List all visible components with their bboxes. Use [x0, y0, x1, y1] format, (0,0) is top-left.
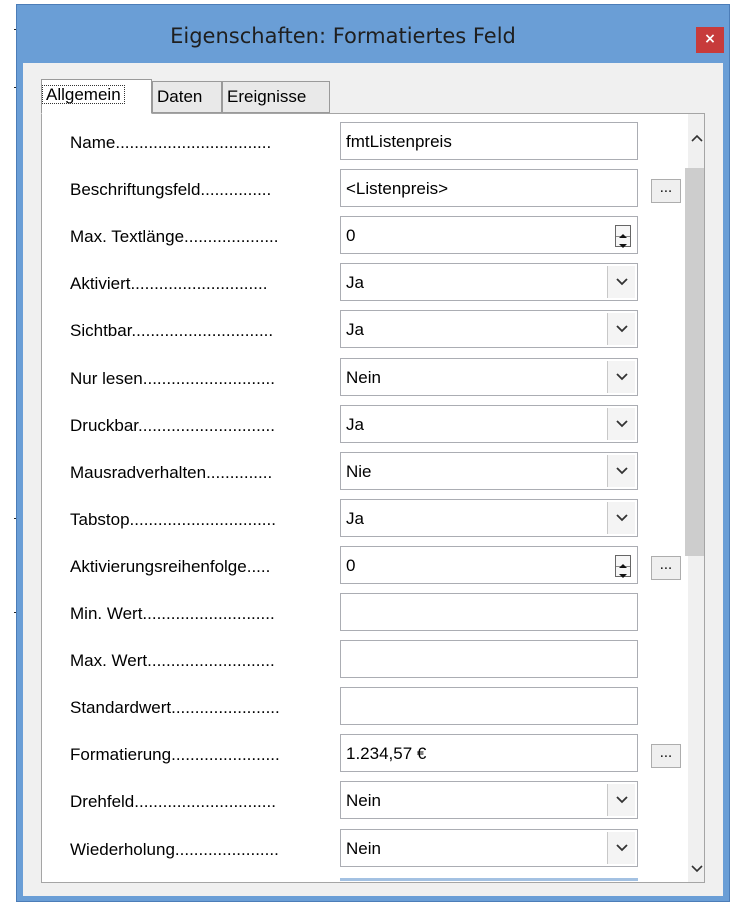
text-field[interactable]: [340, 640, 638, 678]
spin-field[interactable]: 0: [340, 546, 638, 584]
property-label: Mausradverhalten..............: [70, 463, 273, 482]
property-row: Max. Wert...........................: [42, 636, 682, 682]
property-row: Tabstop............................... Ja: [42, 495, 682, 541]
property-label: Nur lesen............................: [70, 369, 276, 388]
property-label: Max. Textlänge....................: [70, 227, 279, 246]
dropdown-field[interactable]: Nie: [340, 452, 638, 490]
tab-allgemein[interactable]: Allgemein: [41, 79, 152, 114]
property-label: Standardwert.......................: [70, 698, 280, 717]
chevron-down-icon[interactable]: [607, 361, 635, 393]
ellipsis-button[interactable]: ...: [651, 744, 681, 768]
property-label: Aktiviert.............................: [70, 274, 268, 293]
background-margin: [0, 0, 17, 907]
property-label: Sichtbar..............................: [70, 321, 274, 340]
field-value: Nein: [346, 368, 381, 387]
tab-label: Daten: [157, 87, 203, 106]
chevron-down-icon[interactable]: [607, 502, 635, 534]
chevron-down-icon[interactable]: [607, 832, 635, 864]
field-value: Nein: [346, 839, 381, 858]
text-field[interactable]: fmtListenpreis: [340, 122, 638, 160]
spin-field[interactable]: 0: [340, 216, 638, 254]
chevron-down-icon[interactable]: [607, 313, 635, 345]
property-row: Formatierung....................... 1.234…: [42, 730, 682, 776]
property-row: Max. Textlänge.................... 0: [42, 212, 682, 258]
property-label: Aktivierungsreihenfolge.....: [70, 557, 271, 576]
property-row: Aktivierungsreihenfolge..... 0...: [42, 542, 682, 588]
property-row: Name................................. fmt…: [42, 118, 682, 164]
text-field[interactable]: [340, 687, 638, 725]
dropdown-field[interactable]: Nein: [340, 829, 638, 867]
field-value: Nein: [346, 791, 381, 810]
property-row: Wiederholung...................... Nein: [42, 825, 682, 871]
field-value: Ja: [346, 273, 364, 292]
properties-dialog: Eigenschaften: Formatiertes Feld × Allge…: [16, 4, 730, 902]
chevron-down-icon[interactable]: [607, 784, 635, 816]
property-row: Standardwert.......................: [42, 683, 682, 729]
next-field-edge: [340, 878, 638, 881]
spin-arrows-icon[interactable]: [615, 555, 631, 578]
property-label: Formatierung.......................: [70, 745, 280, 764]
text-field[interactable]: [340, 593, 638, 631]
field-value: 0: [346, 556, 356, 575]
property-row: Beschriftungsfeld............... <Listenp…: [42, 165, 682, 211]
property-label: Name.................................: [70, 133, 272, 152]
ellipsis-button[interactable]: ...: [651, 179, 681, 203]
dropdown-field[interactable]: Ja: [340, 263, 638, 301]
properties-panel: Name................................. fmt…: [41, 113, 705, 883]
text-field[interactable]: <Listenpreis>: [340, 169, 638, 207]
chevron-down-icon[interactable]: [607, 455, 635, 487]
close-button[interactable]: ×: [696, 27, 724, 53]
title-bar[interactable]: Eigenschaften: Formatiertes Feld ×: [17, 5, 729, 63]
dialog-client-area: Allgemein Daten Ereignisse Name.........…: [23, 63, 723, 896]
dropdown-field[interactable]: Ja: [340, 310, 638, 348]
property-row: Mausradverhalten.............. Nie: [42, 448, 682, 494]
property-label: Tabstop...............................: [70, 510, 276, 529]
property-label: Drehfeld..............................: [70, 792, 276, 811]
vertical-scrollbar[interactable]: [685, 114, 704, 882]
tab-label: Ereignisse: [227, 87, 307, 106]
field-value: Nie: [346, 462, 372, 481]
field-value: Ja: [346, 320, 364, 339]
property-row: Nur lesen............................ Nei…: [42, 354, 682, 400]
property-row: Druckbar............................. Ja: [42, 401, 682, 447]
dropdown-field[interactable]: Ja: [340, 499, 638, 537]
chevron-down-icon[interactable]: [607, 266, 635, 298]
field-value: Ja: [346, 509, 364, 528]
property-label: Min. Wert............................: [70, 604, 275, 623]
dropdown-field[interactable]: Ja: [340, 405, 638, 443]
chevron-down-icon[interactable]: [607, 408, 635, 440]
field-value: 1.234,57 €: [346, 744, 427, 763]
scrollbar-thumb[interactable]: [685, 168, 704, 556]
property-row: Min. Wert............................: [42, 589, 682, 635]
spin-down-icon[interactable]: [616, 566, 630, 578]
property-row: Aktiviert............................. Ja: [42, 259, 682, 305]
tab-ereignisse[interactable]: Ereignisse: [222, 81, 330, 113]
tab-daten[interactable]: Daten: [152, 81, 222, 113]
window-title: Eigenschaften: Formatiertes Feld: [170, 24, 516, 48]
field-value: Ja: [346, 415, 364, 434]
property-row: Sichtbar.............................. Ja: [42, 306, 682, 352]
property-label: Beschriftungsfeld...............: [70, 180, 272, 199]
text-field[interactable]: 1.234,57 €: [340, 734, 638, 772]
spin-arrows-icon[interactable]: [615, 225, 631, 248]
scroll-up-icon[interactable]: [690, 128, 704, 147]
spin-down-icon[interactable]: [616, 236, 630, 248]
property-row: Drehfeld.............................. Ne…: [42, 777, 682, 823]
property-label: Wiederholung......................: [70, 840, 279, 859]
ellipsis-button[interactable]: ...: [651, 556, 681, 580]
field-value: 0: [346, 226, 356, 245]
field-value: <Listenpreis>: [346, 179, 449, 198]
property-label: Druckbar.............................: [70, 416, 275, 435]
field-value: fmtListenpreis: [346, 132, 452, 151]
property-label: Max. Wert...........................: [70, 651, 275, 670]
scroll-down-icon[interactable]: [690, 859, 704, 878]
tab-label: Allgemein: [42, 85, 125, 104]
dropdown-field[interactable]: Nein: [340, 358, 638, 396]
dropdown-field[interactable]: Nein: [340, 781, 638, 819]
